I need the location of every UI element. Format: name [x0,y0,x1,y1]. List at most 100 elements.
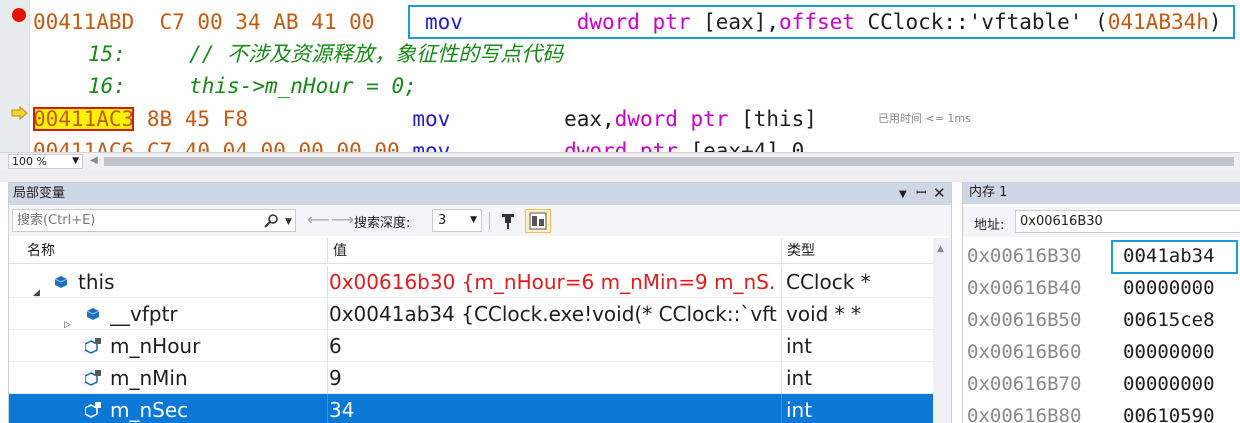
chevron-down-icon[interactable]: ▼ [285,212,292,233]
variable-type: int [786,366,813,390]
cell-divider [781,394,782,423]
table-row[interactable]: m_nHour 6 int [9,330,933,362]
disasm-line[interactable]: 00411AC6 C7 40 04 00 00 00 00 mov dword … [33,135,804,152]
memory-row-address: 0x00616B80 [967,405,1082,423]
field-icon [85,370,101,386]
variable-type: int [786,398,813,422]
source-line[interactable]: 16: this->m_nHour = 0; [88,70,417,102]
memory-row[interactable]: 0x00616B70 00000000 [963,368,1240,400]
locals-toolbar: 搜索(Ctrl+E) ▼ ⟵ ⟶ 搜索深度: 3 ▼ [9,206,951,236]
variable-value[interactable]: 6 [329,330,777,362]
close-icon[interactable]: ✕ [933,182,946,204]
back-arrow-icon[interactable]: ⟵ [307,210,330,229]
memory-row[interactable]: 0x00616B50 00615ce8 [963,304,1240,336]
memory-row-value[interactable]: 00610590 [1123,400,1215,423]
column-header-name[interactable]: 名称 [21,238,55,264]
memory-row-value[interactable]: 00615ce8 [1123,304,1215,336]
vertical-scrollbar[interactable]: ▲ [933,238,951,423]
table-row[interactable]: ▷ __vfptr 0x0041ab34 {CClock.exe!void(* … [9,298,933,330]
current-instruction-address: 00411AC3 [33,107,135,131]
elapsed-time-label: 已用时间 <= 1ms [878,112,971,125]
breakpoint-icon[interactable] [12,8,26,22]
memory-row-value[interactable]: 00000000 [1123,336,1215,368]
mnemonic: mov [412,139,451,152]
zoom-value: 100 % [12,155,47,168]
variable-name: this [78,270,115,294]
operand-text: [this] [728,107,817,131]
operand-text: [eax+4],0 [677,139,805,152]
mnemonic: mov [412,107,451,131]
memory-row[interactable]: 0x00616B80 00610590 [963,400,1240,423]
disasm-line-current[interactable]: 00411AC3 8B 45 F8 mov eax,dword ptr [thi… [33,103,817,135]
zoom-select[interactable]: 100 % ▼ [8,154,83,169]
window-menu-icon[interactable]: ▼ [899,184,907,206]
hex-icon [529,212,547,230]
chevron-down-icon: ▼ [72,156,79,166]
source-code: this->m_nHour = 0; [189,74,417,98]
variable-value[interactable]: 34 [329,394,777,423]
address-label: 地址: [974,218,1005,233]
variable-type: int [786,334,813,358]
variable-value[interactable]: 0x0041ab34 {CClock.exe!void(* CClock::`v… [329,298,777,330]
address-input[interactable]: 0x00616B30 [1015,210,1240,233]
column-header-value[interactable]: 值 [327,238,347,264]
address-value: 0x00616B30 [1020,214,1103,229]
memory-title-bar[interactable]: 内存 1 [963,182,1240,204]
memory-window: 内存 1 地址: 0x00616B30 0x00616B30 0041ab34 0… [962,182,1240,423]
variable-value[interactable]: 9 [329,362,777,394]
scroll-up-icon[interactable]: ▲ [937,244,944,254]
variable-name: m_nHour [110,334,201,358]
instruction-bytes: C7 00 34 AB 41 00 [159,10,375,34]
search-depth-select[interactable]: 3 ▼ [432,209,482,232]
memory-row-value[interactable]: 00000000 [1123,368,1215,400]
horizontal-scrollbar[interactable] [104,157,1234,166]
column-header-type[interactable]: 类型 [781,238,815,264]
source-line[interactable]: 15: // 不涉及资源释放，象征性的写点代码 [88,38,563,70]
variable-value[interactable]: 0x00616b30 {m_nHour=6 m_nMin=9 m_nS... [329,266,777,298]
field-icon [85,338,101,354]
memory-row-address: 0x00616B60 [967,341,1082,363]
pin-window-icon[interactable]: ꟷ [916,183,927,205]
source-line-number: 16: [88,74,126,98]
instruction-bytes: 8B 45 F8 [146,107,248,131]
disassembly-pane: 00411ABD C7 00 34 AB 41 00 mov dword ptr… [0,0,1240,152]
cell-divider [327,298,328,330]
highlight-box [408,5,1235,39]
forward-arrow-icon[interactable]: ⟶ [331,210,354,229]
operand-keyword: dword ptr [614,107,729,131]
table-row[interactable]: m_nMin 9 int [9,362,933,394]
search-placeholder: 搜索(Ctrl+E) [17,213,96,228]
locals-window: 局部变量 ▼ ꟷ ✕ 搜索(Ctrl+E) ▼ ⟵ ⟶ 搜索深度: 3 ▼ 名称… [8,182,952,423]
highlight-box [1111,240,1238,274]
cell-divider [327,330,328,362]
variable-name: m_nMin [110,366,188,390]
memory-row[interactable]: 0x00616B40 00000000 [963,272,1240,304]
locals-title-bar[interactable]: 局部变量 ▼ ꟷ ✕ [9,183,951,205]
variable-name: m_nSec [110,398,189,422]
cell-divider [781,362,782,394]
locals-grid-header: 名称 值 类型 [9,238,951,264]
variable-name: __vfptr [110,302,178,326]
instruction-address: 00411ABD [33,10,135,34]
object-icon [86,308,100,320]
memory-row-address: 0x00616B40 [967,277,1082,299]
gutter[interactable] [0,0,30,152]
pin-filter-icon[interactable] [499,212,517,230]
instruction-address: 00411AC6 [33,139,135,152]
memory-row[interactable]: 0x00616B60 00000000 [963,336,1240,368]
memory-row-address: 0x00616B70 [967,373,1082,395]
table-row-selected[interactable]: m_nSec 34 int [9,394,933,423]
table-row[interactable]: ◢ this 0x00616b30 {m_nHour=6 m_nMin=9 m_… [9,266,933,298]
hex-display-button[interactable] [525,209,551,233]
locals-title: 局部变量 [13,186,66,201]
variable-type: void * * [786,302,862,326]
splitter[interactable] [0,170,1240,182]
cell-divider [781,298,782,330]
memory-row-value[interactable]: 00000000 [1123,272,1215,304]
source-comment: // 不涉及资源释放，象征性的写点代码 [189,42,564,66]
object-icon [54,276,68,288]
search-icon[interactable] [263,214,279,228]
search-input[interactable]: 搜索(Ctrl+E) ▼ [12,209,296,232]
chevron-down-icon: ▼ [470,215,477,225]
scroll-left-icon[interactable]: ◀ [90,155,98,166]
